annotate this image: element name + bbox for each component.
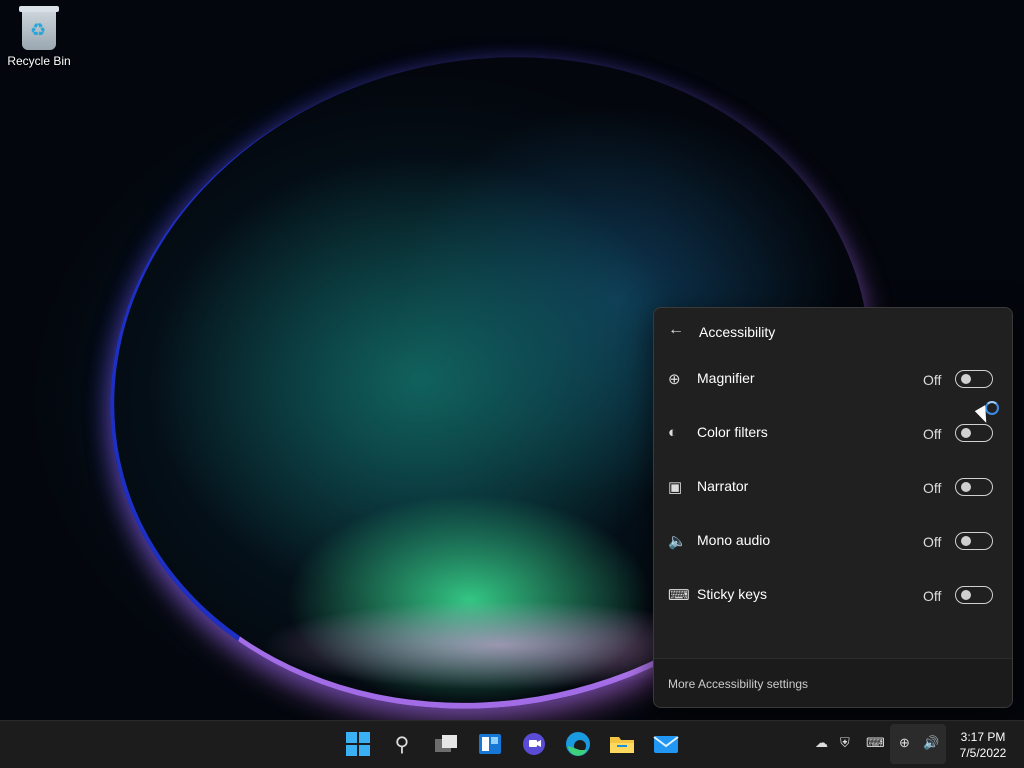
sticky-keys-icon: ⌨: [668, 587, 690, 604]
start-button[interactable]: [343, 729, 373, 759]
setting-label: Magnifier: [697, 370, 755, 386]
narrator-icon: ▣: [668, 479, 683, 496]
clock-time: 3:17 PM: [960, 730, 1006, 744]
task-view-button[interactable]: [431, 729, 461, 759]
edge-button[interactable]: [563, 729, 593, 759]
taskbar: ⚲ ☁ ⛨ ⌨ ⊕ 🔊 3:17 PM 7/5/2022: [0, 720, 1024, 768]
setting-row-color-filters[interactable]: ◐ Color filters Off: [654, 424, 1012, 478]
start-icon: [346, 732, 370, 756]
flyout-header: ← Accessibility: [654, 308, 1012, 354]
network-volume-group[interactable]: ⊕ 🔊: [890, 724, 946, 764]
setting-row-sticky-keys[interactable]: ⌨ Sticky keys Off: [654, 586, 1012, 640]
setting-label: Sticky keys: [697, 586, 768, 602]
flyout-title: Accessibility: [699, 324, 776, 340]
edge-icon: [566, 732, 590, 756]
security-warning-icon[interactable]: ⛨: [840, 735, 850, 751]
setting-label: Mono audio: [697, 532, 771, 548]
toggle-knob: [961, 482, 971, 492]
flyout-footer: More Accessibility settings: [654, 658, 1012, 707]
setting-row-mono-audio[interactable]: 🔈 Mono audio Off: [654, 532, 1012, 586]
mail-button[interactable]: [651, 729, 681, 759]
desktop-icon-recycle-bin[interactable]: ♻ Recycle Bin: [4, 6, 74, 68]
task-view-icon: [435, 735, 457, 752]
accessibility-flyout: ← Accessibility ⊕ Magnifier Off ◐ Color …: [653, 307, 1013, 708]
toggle-knob: [961, 428, 971, 438]
toggle-knob: [961, 590, 971, 600]
keyboard-icon[interactable]: ⌨: [866, 735, 885, 751]
recycle-bin-icon: ♻: [19, 6, 59, 50]
setting-state: Off: [923, 372, 942, 388]
setting-row-narrator[interactable]: ▣ Narrator Off: [654, 478, 1012, 532]
search-button[interactable]: ⚲: [387, 729, 417, 759]
chat-button[interactable]: [519, 729, 549, 759]
more-accessibility-settings-link[interactable]: More Accessibility settings: [668, 677, 808, 691]
setting-state: Off: [923, 534, 942, 550]
file-explorer-icon: [610, 737, 634, 753]
color-filters-icon: ◐: [668, 424, 678, 441]
toggle-knob: [961, 374, 971, 384]
mono-audio-icon: 🔈: [668, 533, 687, 550]
setting-state: Off: [923, 480, 942, 496]
widgets-icon: [479, 734, 501, 754]
color-filters-toggle[interactable]: [955, 424, 993, 442]
search-icon: ⚲: [394, 733, 410, 756]
setting-label: Narrator: [697, 478, 749, 494]
magnifier-toggle[interactable]: [955, 370, 993, 388]
setting-row-magnifier[interactable]: ⊕ Magnifier Off: [654, 370, 1012, 424]
mono-audio-toggle[interactable]: [955, 532, 993, 550]
mail-icon: [653, 736, 679, 753]
onedrive-offline-icon[interactable]: ☁: [815, 735, 828, 751]
setting-state: Off: [923, 426, 942, 442]
magnifier-icon: ⊕: [668, 371, 681, 388]
back-arrow-icon[interactable]: ←: [668, 321, 684, 339]
sticky-keys-toggle[interactable]: [955, 586, 993, 604]
file-explorer-button[interactable]: [607, 729, 637, 759]
volume-icon: 🔊: [923, 735, 940, 750]
network-icon: ⊕: [899, 735, 910, 750]
toggle-knob: [961, 536, 971, 546]
setting-state: Off: [923, 588, 942, 604]
desktop-icon-label: Recycle Bin: [7, 54, 71, 68]
clock-date: 7/5/2022: [959, 746, 1007, 760]
widgets-button[interactable]: [475, 729, 505, 759]
setting-label: Color filters: [697, 424, 768, 440]
clock[interactable]: 3:17 PM 7/5/2022: [952, 729, 1014, 761]
chat-icon: [523, 733, 545, 755]
narrator-toggle[interactable]: [955, 478, 993, 496]
